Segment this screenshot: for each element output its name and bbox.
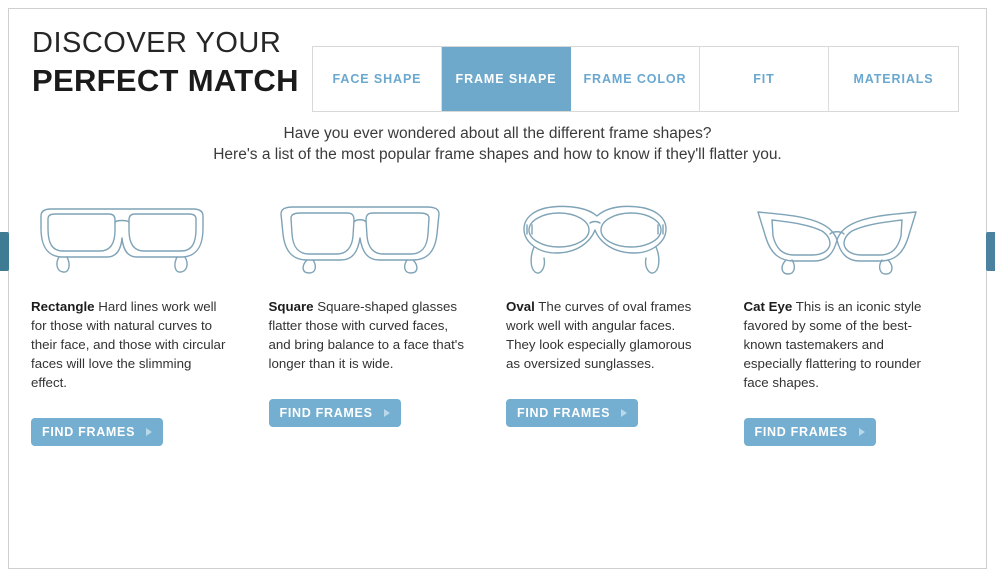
page-header: DISCOVER YOUR PERFECT MATCH FACE SHAPE F…: [9, 9, 986, 112]
find-frames-button-cat-eye[interactable]: FIND FRAMES: [743, 418, 876, 446]
frame-shape-description-cat-eye: Cat Eye This is an iconic style favored …: [744, 297, 940, 392]
square-glasses-art: [269, 191, 507, 283]
frame-shape-card-cat-eye: Cat Eye This is an iconic style favored …: [743, 191, 982, 446]
page-title-line-1: DISCOVER YOUR: [32, 27, 282, 59]
tab-fit[interactable]: FIT: [700, 47, 829, 111]
carousel-next-tab[interactable]: [986, 232, 995, 271]
cat-eye-glasses-icon: [756, 211, 917, 275]
tab-frame-color[interactable]: FRAME COLOR: [571, 47, 700, 111]
caret-right-icon: [621, 409, 628, 417]
frame-shape-description-oval: Oval The curves of oval frames work well…: [506, 297, 702, 373]
find-frames-button-oval[interactable]: FIND FRAMES: [506, 399, 639, 427]
frame-shape-name-cat-eye: Cat Eye: [743, 299, 793, 314]
intro-text: Have you ever wondered about all the dif…: [9, 123, 986, 165]
caret-right-icon: [858, 428, 865, 436]
find-frames-button-rectangle[interactable]: FIND FRAMES: [31, 418, 164, 446]
frame-shape-name-square: Square: [268, 299, 314, 314]
content-frame: DISCOVER YOUR PERFECT MATCH FACE SHAPE F…: [8, 8, 987, 569]
tab-frame-shape[interactable]: FRAME SHAPE: [442, 47, 571, 111]
intro-line-1: Have you ever wondered about all the dif…: [283, 125, 712, 142]
find-frames-label-cat-eye: FIND FRAMES: [754, 425, 848, 439]
frame-shape-name-oval: Oval: [506, 299, 535, 314]
frame-shape-card-rectangle: Rectangle Hard lines work well for those…: [31, 191, 269, 446]
oval-glasses-art: [506, 191, 744, 283]
frame-shape-card-oval: Oval The curves of oval frames work well…: [506, 191, 744, 446]
tab-materials[interactable]: MATERIALS: [829, 47, 958, 111]
category-tabs: FACE SHAPE FRAME SHAPE FRAME COLOR FIT M…: [312, 46, 959, 112]
tab-face-shape[interactable]: FACE SHAPE: [313, 47, 442, 111]
frame-shape-name-rectangle: Rectangle: [31, 299, 95, 314]
find-frames-label-square: FIND FRAMES: [279, 406, 373, 420]
carousel-prev-tab[interactable]: [0, 232, 9, 271]
square-glasses-icon: [279, 206, 440, 274]
find-frames-button-square[interactable]: FIND FRAMES: [268, 399, 401, 427]
page-title-line-2: PERFECT MATCH: [32, 63, 299, 98]
find-frames-label-rectangle: FIND FRAMES: [42, 425, 136, 439]
caret-right-icon: [383, 409, 390, 417]
cat-eye-glasses-art: [744, 191, 982, 283]
rectangle-glasses-icon: [40, 208, 204, 273]
find-frames-label-oval: FIND FRAMES: [517, 406, 611, 420]
frame-shape-card-square: Square Square-shaped glasses flatter tho…: [268, 191, 507, 446]
page-title: DISCOVER YOUR PERFECT MATCH: [32, 27, 299, 98]
frame-shape-description-rectangle: Rectangle Hard lines work well for those…: [31, 297, 227, 392]
discover-your-perfect-match-page: DISCOVER YOUR PERFECT MATCH FACE SHAPE F…: [0, 0, 995, 577]
frame-shape-list: Rectangle Hard lines work well for those…: [31, 191, 981, 446]
rectangle-glasses-art: [31, 191, 269, 283]
caret-right-icon: [146, 428, 153, 436]
intro-line-2: Here's a list of the most popular frame …: [213, 146, 782, 163]
oval-glasses-icon: [523, 205, 667, 274]
frame-shape-description-square: Square Square-shaped glasses flatter tho…: [269, 297, 465, 373]
